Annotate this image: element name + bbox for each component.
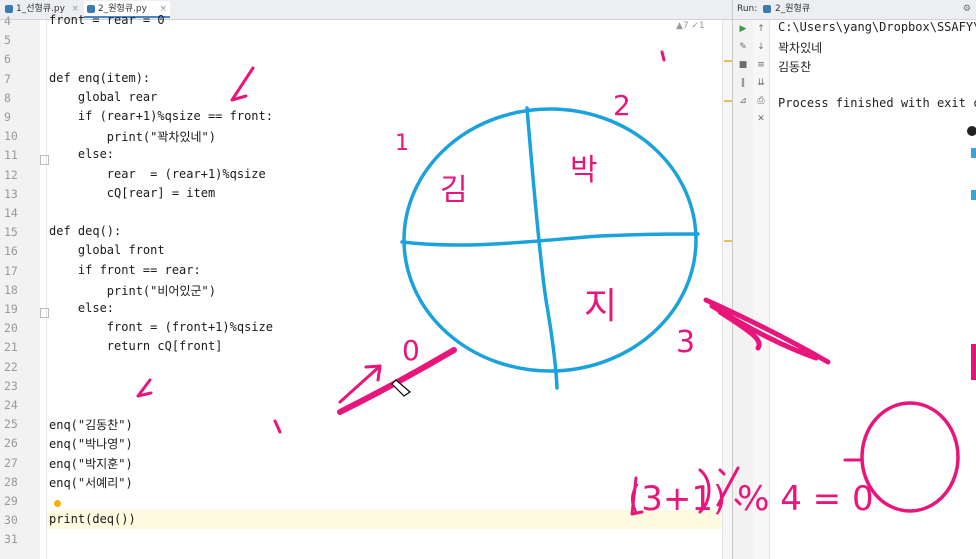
- arrow-stroke: [136, 378, 153, 398]
- formula-text: (3+1) % 4 = 0: [628, 479, 874, 519]
- cell-text-ji: 지: [584, 286, 617, 327]
- pen-mark: [273, 419, 282, 434]
- cell-text-park: 박: [570, 153, 598, 188]
- pen-scribble: [703, 297, 831, 365]
- answer-circle: [860, 401, 960, 513]
- cell-text-kim: 김: [440, 173, 468, 208]
- quadrant-label-0: 0: [402, 334, 420, 367]
- quadrant-label-2: 2: [613, 89, 631, 122]
- circle-divider-vertical: [525, 106, 559, 390]
- pen-mark: [660, 50, 666, 62]
- handwritten-annotation-layer: 1 2 3 0 김 박 지 (3+1) % 4 = 0: [136, 50, 960, 519]
- circle-divider-horizontal: [400, 232, 700, 247]
- quadrant-label-1: 1: [395, 131, 409, 156]
- quadrant-label-3: 3: [676, 325, 695, 360]
- arrow-stroke: [230, 66, 255, 102]
